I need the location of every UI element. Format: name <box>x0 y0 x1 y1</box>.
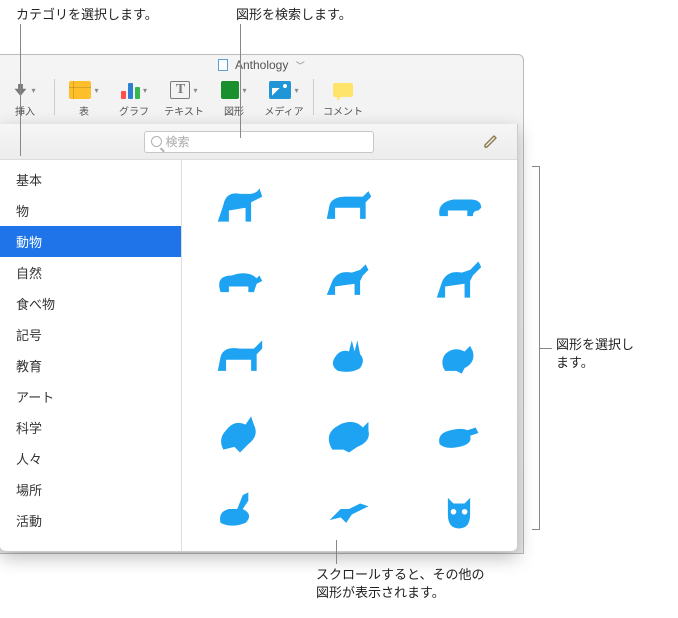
toolbar-label: メディア <box>264 103 303 118</box>
document-icon <box>218 59 228 71</box>
toolbar-separator <box>313 79 314 115</box>
category-item[interactable]: 自然 <box>0 257 181 288</box>
callout-scroll-more: スクロールすると、その他の 図形が表示されます。 <box>316 566 484 602</box>
category-item[interactable]: 動物 <box>0 226 181 257</box>
callout-line <box>240 24 241 138</box>
category-item[interactable]: 科学 <box>0 412 181 443</box>
media-icon <box>269 81 291 99</box>
donkey-icon <box>427 256 491 306</box>
pencil-icon <box>483 133 499 149</box>
toolbar-label: グラフ <box>119 103 149 118</box>
search-icon <box>151 136 162 147</box>
search-input[interactable]: 検索 <box>144 131 374 153</box>
goat-icon <box>317 256 381 306</box>
chevron-down-icon: ▾ <box>242 86 246 95</box>
shape-goose[interactable] <box>201 480 279 538</box>
toolbar-chart-button[interactable]: ▾ グラフ <box>109 77 159 118</box>
category-item[interactable]: 活動 <box>0 505 181 536</box>
toolbar-label: 図形 <box>224 103 244 118</box>
duck-icon <box>427 408 491 458</box>
toolbar-table-button[interactable]: ▾ 表 <box>59 77 109 118</box>
shape-rooster[interactable] <box>201 404 279 462</box>
horse-icon <box>208 180 272 230</box>
category-item[interactable]: 人々 <box>0 443 181 474</box>
turkey-icon <box>317 408 381 458</box>
shape-donkey[interactable] <box>420 252 498 310</box>
shape-crow[interactable] <box>310 480 388 538</box>
shape-rabbit[interactable] <box>310 328 388 386</box>
callout-line <box>540 348 552 349</box>
category-item[interactable]: アート <box>0 381 181 412</box>
edit-shapes-button[interactable] <box>483 133 499 149</box>
category-item[interactable]: 教育 <box>0 350 181 381</box>
shapes-grid[interactable] <box>182 160 517 551</box>
category-list[interactable]: 基本物動物自然食べ物記号教育アート科学人々場所活動 <box>0 160 182 551</box>
window-titlebar: Anthology ﹀ <box>0 55 523 75</box>
cow-icon <box>317 180 381 230</box>
toolbar-separator <box>54 79 55 115</box>
toolbar-media-button[interactable]: ▾ メディア <box>259 77 309 118</box>
crow-icon <box>317 484 381 534</box>
shape-sheep[interactable] <box>201 252 279 310</box>
chevron-down-icon: ▾ <box>31 86 35 95</box>
shapes-panel: 検索 基本物動物自然食べ物記号教育アート科学人々場所活動 <box>0 124 518 552</box>
toolbar-textbox-button[interactable]: T▾ テキスト <box>159 77 209 118</box>
shape-owl[interactable] <box>420 480 498 538</box>
toolbar-comment-button[interactable]: コメント <box>318 77 368 118</box>
chevron-down-icon: ▾ <box>94 86 98 95</box>
table-icon <box>69 81 91 99</box>
toolbar-label: 挿入 <box>15 103 35 118</box>
shape-horse[interactable] <box>201 176 279 234</box>
callout-select-shape: 図形を選択し ます。 <box>556 336 634 372</box>
shape-hen[interactable] <box>420 328 498 386</box>
toolbar-label: 表 <box>79 103 89 118</box>
callout-bracket <box>532 166 540 530</box>
chart-icon <box>121 81 140 99</box>
chevron-down-icon: ▾ <box>193 86 197 95</box>
chevron-down-icon: ▾ <box>143 86 147 95</box>
search-placeholder: 検索 <box>166 133 190 150</box>
shapes-panel-header: 検索 <box>0 124 517 160</box>
toolbar: ▾ 挿入 ▾ 表 ▾ グラフ T▾ テキスト ▾ 図形 ▾ メディア <box>0 75 523 123</box>
toolbar-insert-button[interactable]: ▾ 挿入 <box>0 77 50 118</box>
callout-select-category: カテゴリを選択します。 <box>16 6 158 24</box>
textbox-icon: T <box>170 81 190 99</box>
toolbar-shape-button[interactable]: ▾ 図形 <box>209 77 259 118</box>
callout-line <box>336 540 337 564</box>
category-item[interactable]: 基本 <box>0 164 181 195</box>
toolbar-label: コメント <box>323 103 363 118</box>
pig-icon <box>427 180 491 230</box>
shape-turkey[interactable] <box>310 404 388 462</box>
document-title[interactable]: Anthology <box>235 58 288 72</box>
chevron-down-icon[interactable]: ﹀ <box>296 59 305 72</box>
callout-line <box>20 24 21 156</box>
shape-ox[interactable] <box>201 328 279 386</box>
toolbar-label: テキスト <box>164 103 204 118</box>
category-item[interactable]: 物 <box>0 195 181 226</box>
hen-icon <box>427 332 491 382</box>
category-item[interactable]: 食べ物 <box>0 288 181 319</box>
chevron-down-icon: ▾ <box>294 86 298 95</box>
owl-icon <box>427 484 491 534</box>
ox-icon <box>208 332 272 382</box>
shape-icon <box>221 81 239 99</box>
shape-cow[interactable] <box>310 176 388 234</box>
goose-icon <box>208 484 272 534</box>
shape-goat[interactable] <box>310 252 388 310</box>
comment-icon <box>333 83 353 97</box>
rabbit-icon <box>317 332 381 382</box>
shape-pig[interactable] <box>420 176 498 234</box>
rooster-icon <box>208 408 272 458</box>
shape-duck[interactable] <box>420 404 498 462</box>
category-item[interactable]: 記号 <box>0 319 181 350</box>
sheep-icon <box>208 256 272 306</box>
callout-search-shapes: 図形を検索します。 <box>236 6 352 24</box>
category-item[interactable]: 場所 <box>0 474 181 505</box>
